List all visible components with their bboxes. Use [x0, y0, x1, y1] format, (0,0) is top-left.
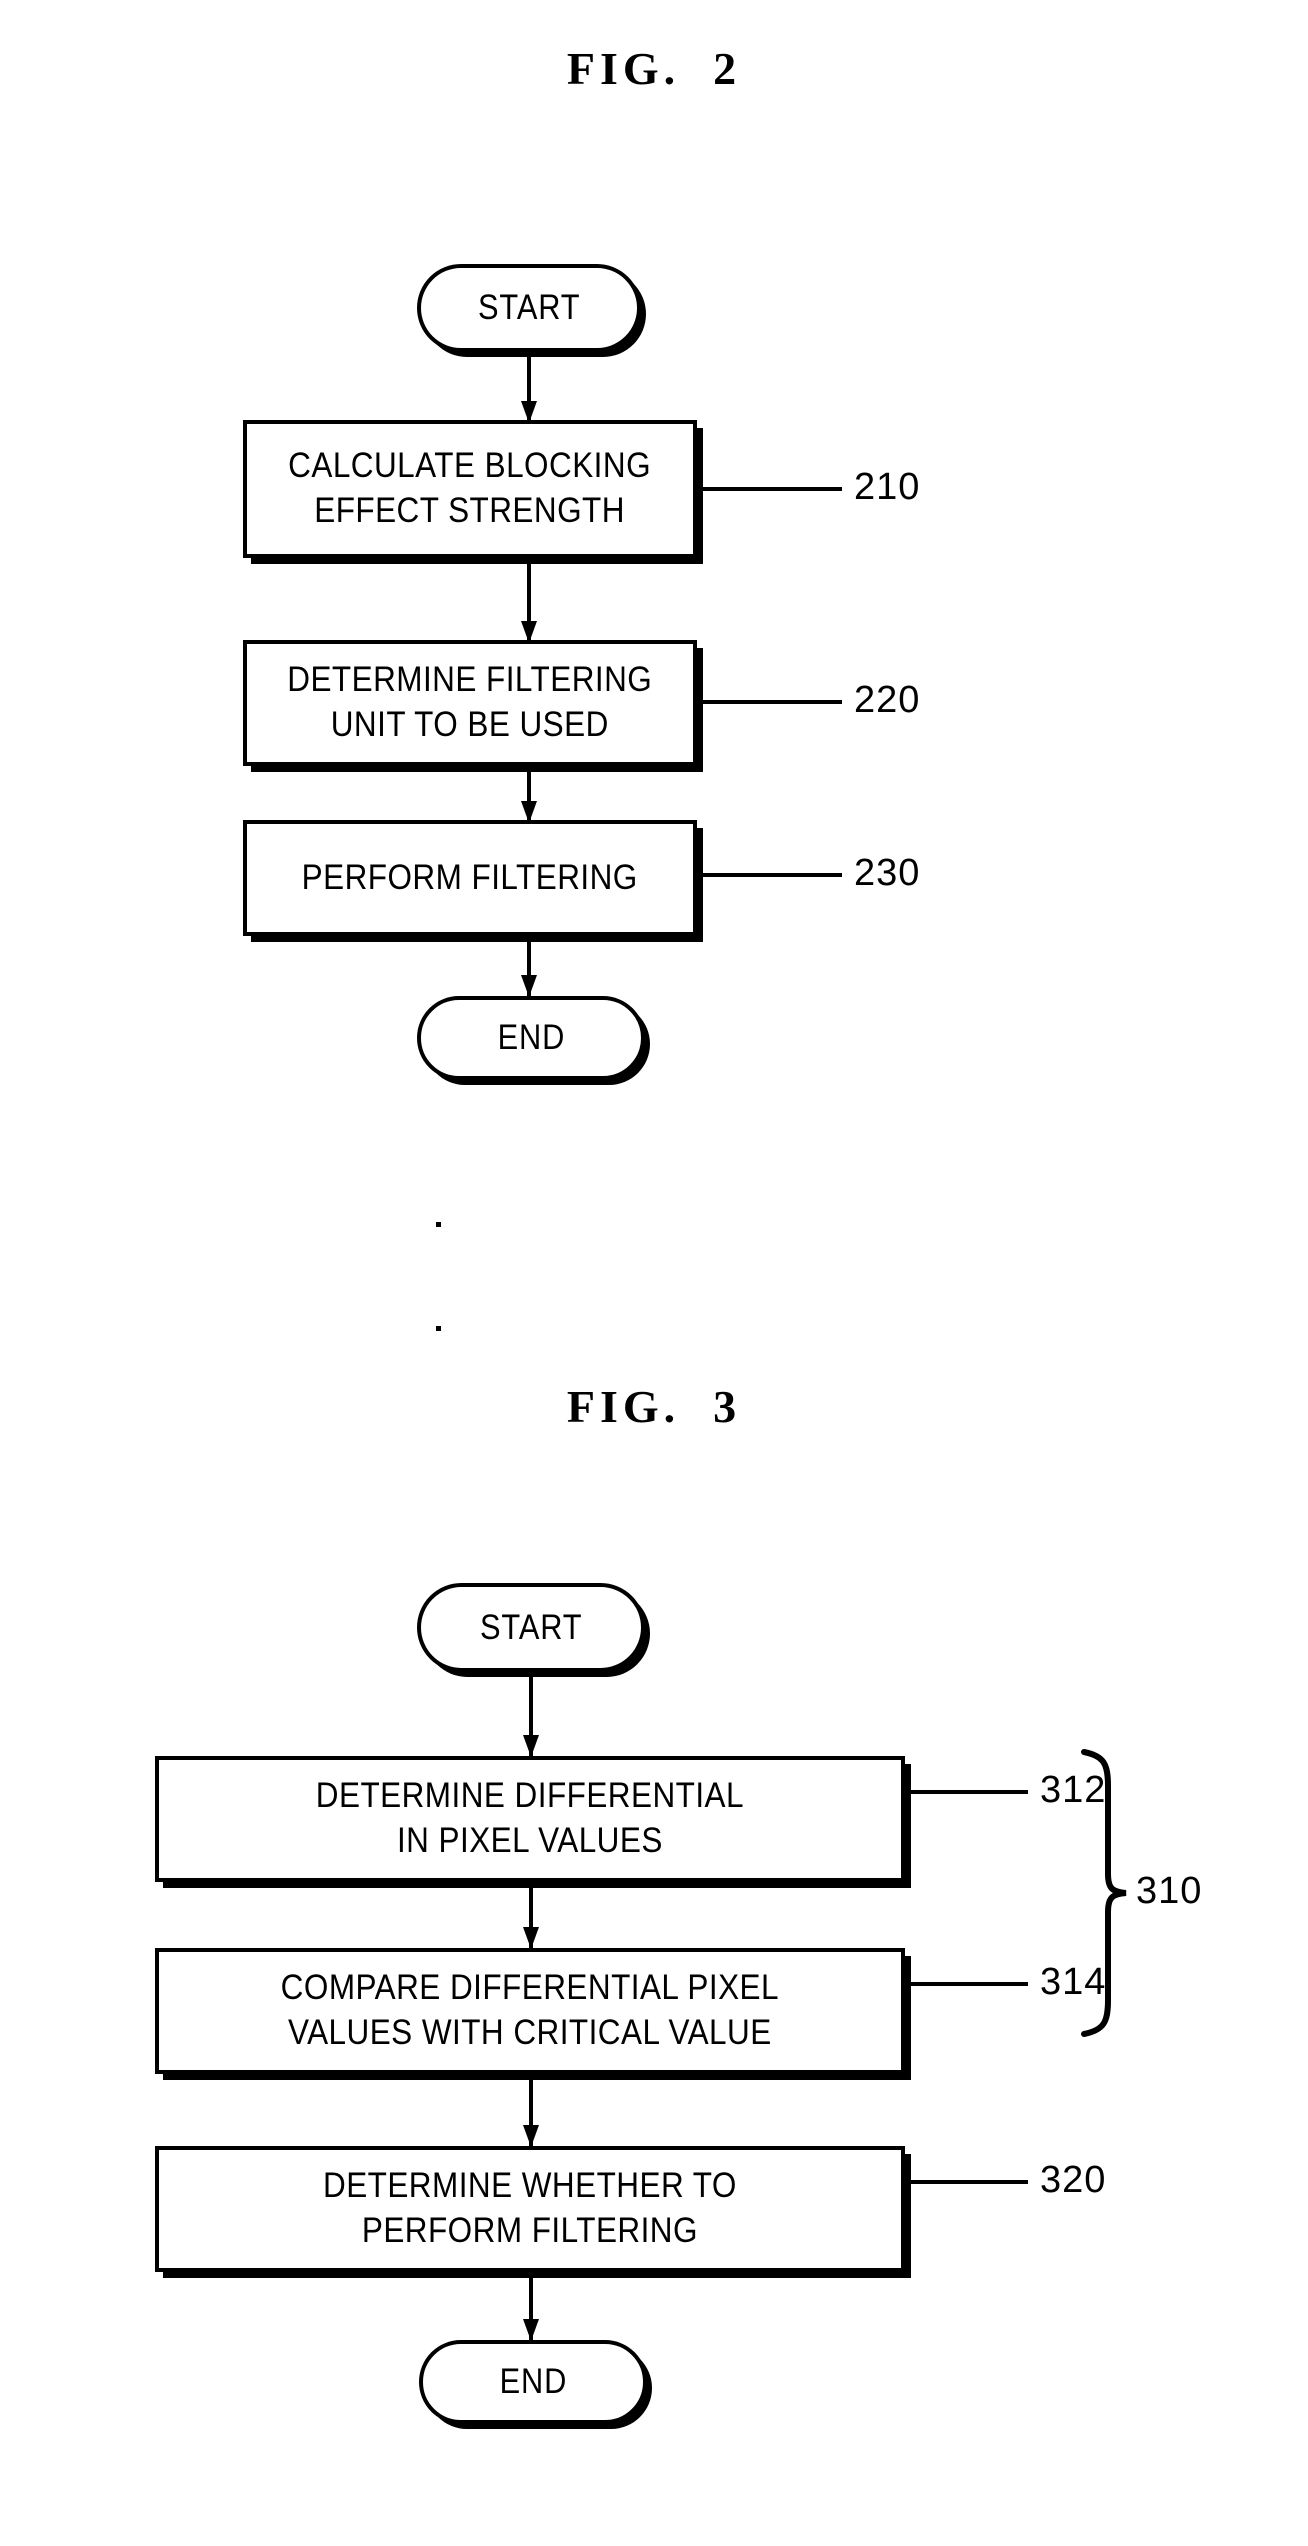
- figure-3-refnum-320: 320: [1040, 2159, 1107, 2201]
- figure-3-step-label-314: COMPARE DIFFERENTIAL PIXEL VALUES WITH C…: [280, 1968, 780, 2052]
- figure-2-connector-230-to-end: [527, 936, 531, 996]
- figure-2-step-label-210: CALCULATE BLOCKING EFFECT STRENGTH: [288, 446, 652, 530]
- figure-2-leader-230: [700, 873, 842, 877]
- figure-2-step-box-230: PERFORM FILTERING: [243, 820, 697, 936]
- figure-3-step-box-314: COMPARE DIFFERENTIAL PIXEL VALUES WITH C…: [155, 1948, 905, 2074]
- figure-2-connector-220-to-230: [527, 766, 531, 822]
- figure-3-step-label-320: DETERMINE WHETHER TO PERFORM FILTERING: [323, 2166, 737, 2250]
- print-speck: [436, 1326, 441, 1331]
- figure-2-step-label-230: PERFORM FILTERING: [301, 857, 639, 897]
- figure-2-end-label: END: [497, 1018, 565, 1057]
- print-speck: [436, 1222, 441, 1227]
- figure-2-step-label-220: DETERMINE FILTERING UNIT TO BE USED: [287, 660, 653, 744]
- figure-3-start-terminator: START: [417, 1583, 645, 1672]
- figure-2-end-terminator: END: [417, 996, 645, 1080]
- figure-2-connector-start-to-210: [527, 352, 531, 422]
- figure-2-title: FIG. 2: [566, 43, 742, 94]
- figure-2-start-label: START: [477, 288, 581, 327]
- figure-3-leader-312: [908, 1790, 1028, 1794]
- figure-2-step-box-210: CALCULATE BLOCKING EFFECT STRENGTH: [243, 420, 697, 558]
- figure-2-connector-210-to-220: [527, 558, 531, 642]
- figure-3-end-terminator: END: [419, 2340, 647, 2424]
- figure-3-leader-320: [908, 2180, 1028, 2184]
- figure-2-refnum-210: 210: [854, 466, 921, 508]
- figure-3-leader-314: [908, 1982, 1028, 1986]
- figure-2-refnum-220: 220: [854, 679, 921, 721]
- figure-3-step-box-312: DETERMINE DIFFERENTIAL IN PIXEL VALUES: [155, 1756, 905, 1882]
- figure-2-start-terminator: START: [417, 264, 641, 352]
- figure-3-connector-start-to-312: [529, 1672, 533, 1756]
- figure-3-end-label: END: [499, 2362, 567, 2401]
- figure-3-connector-312-to-314: [529, 1882, 533, 1948]
- figure-3-connector-314-to-320: [529, 2074, 533, 2146]
- figure-3-step-label-312: DETERMINE DIFFERENTIAL IN PIXEL VALUES: [315, 1776, 745, 1860]
- figure-3-group-brace: [1081, 1749, 1127, 2037]
- figure-3-title: FIG. 3: [566, 1381, 742, 1432]
- figure-2-leader-210: [700, 487, 842, 491]
- figure-3-start-label: START: [479, 1607, 583, 1647]
- figure-2-refnum-230: 230: [854, 852, 921, 894]
- figure-3-refnum-310: 310: [1136, 1870, 1203, 1912]
- figure-3-connector-320-to-end: [529, 2272, 533, 2340]
- figure-3-step-box-320: DETERMINE WHETHER TO PERFORM FILTERING: [155, 2146, 905, 2272]
- figure-2-step-box-220: DETERMINE FILTERING UNIT TO BE USED: [243, 640, 697, 766]
- patent-drawing-sheet: FIG. 2 START CALCULATE BLOCKING EFFECT S…: [0, 0, 1308, 2546]
- figure-2-leader-220: [700, 700, 842, 704]
